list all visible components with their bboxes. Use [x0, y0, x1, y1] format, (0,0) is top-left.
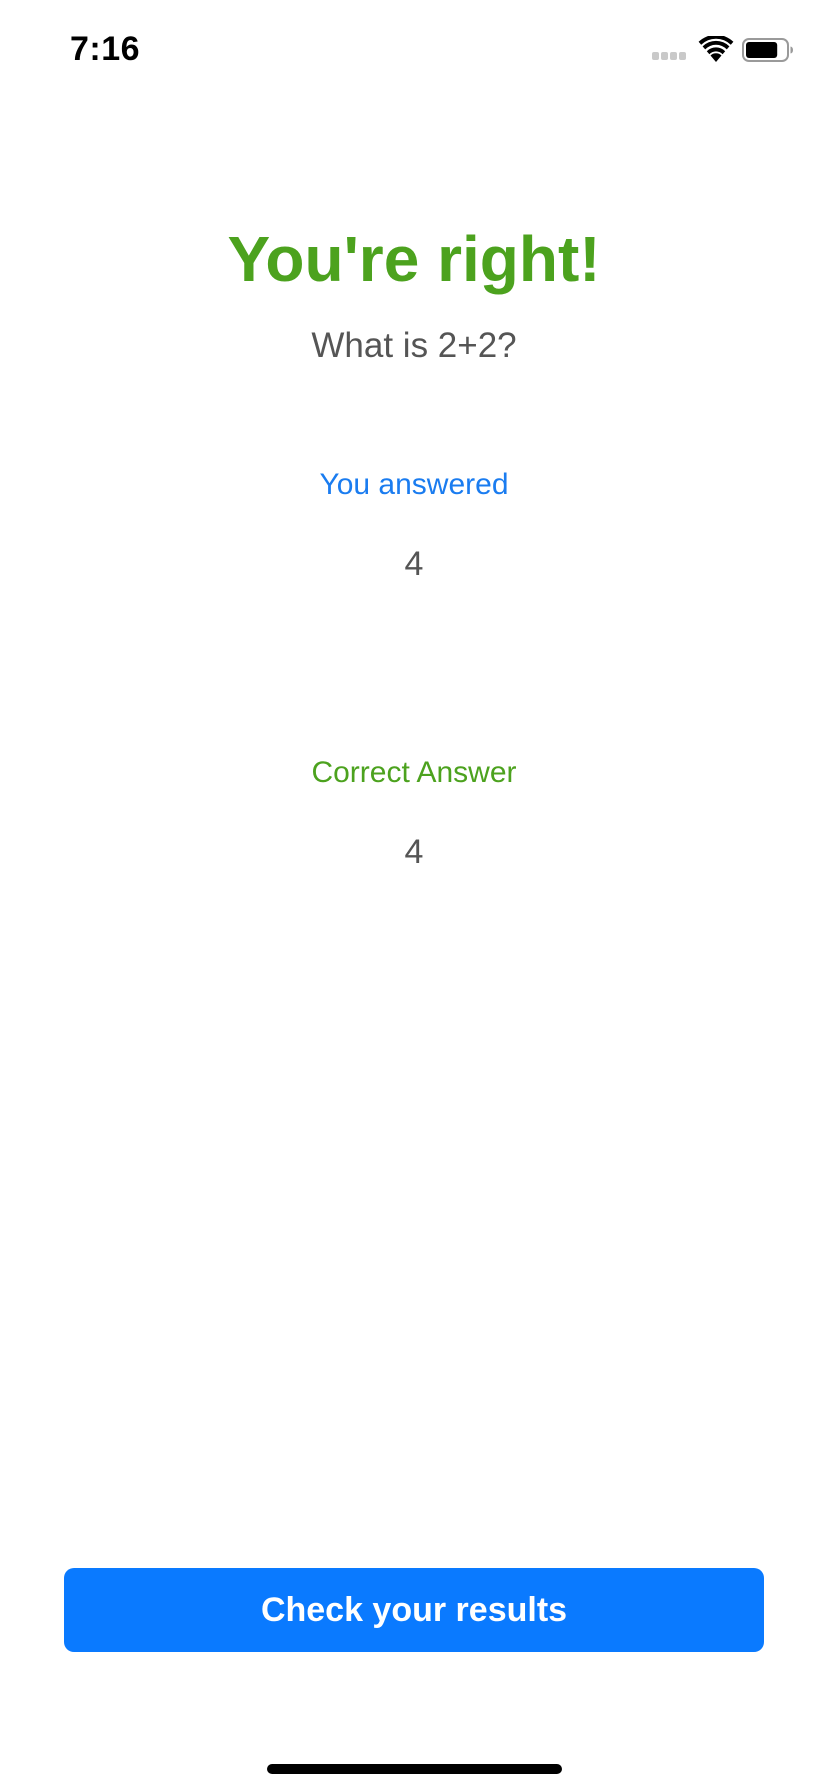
status-time: 7:16: [70, 30, 141, 68]
question-text: What is 2+2?: [311, 326, 517, 365]
correct-answer-label: Correct Answer: [311, 756, 517, 789]
correct-answer-value: 4: [404, 833, 424, 871]
result-title: You're right!: [227, 223, 601, 295]
you-answered-label: You answered: [319, 468, 509, 501]
battery-icon: [742, 38, 793, 62]
status-bar: 7:16: [0, 0, 828, 100]
you-answered-value: 4: [404, 545, 424, 583]
wifi-icon: [698, 36, 734, 62]
check-results-button[interactable]: Check your results: [64, 1568, 764, 1652]
cellular-signal-icon: [652, 52, 692, 62]
home-indicator[interactable]: [267, 1764, 562, 1774]
